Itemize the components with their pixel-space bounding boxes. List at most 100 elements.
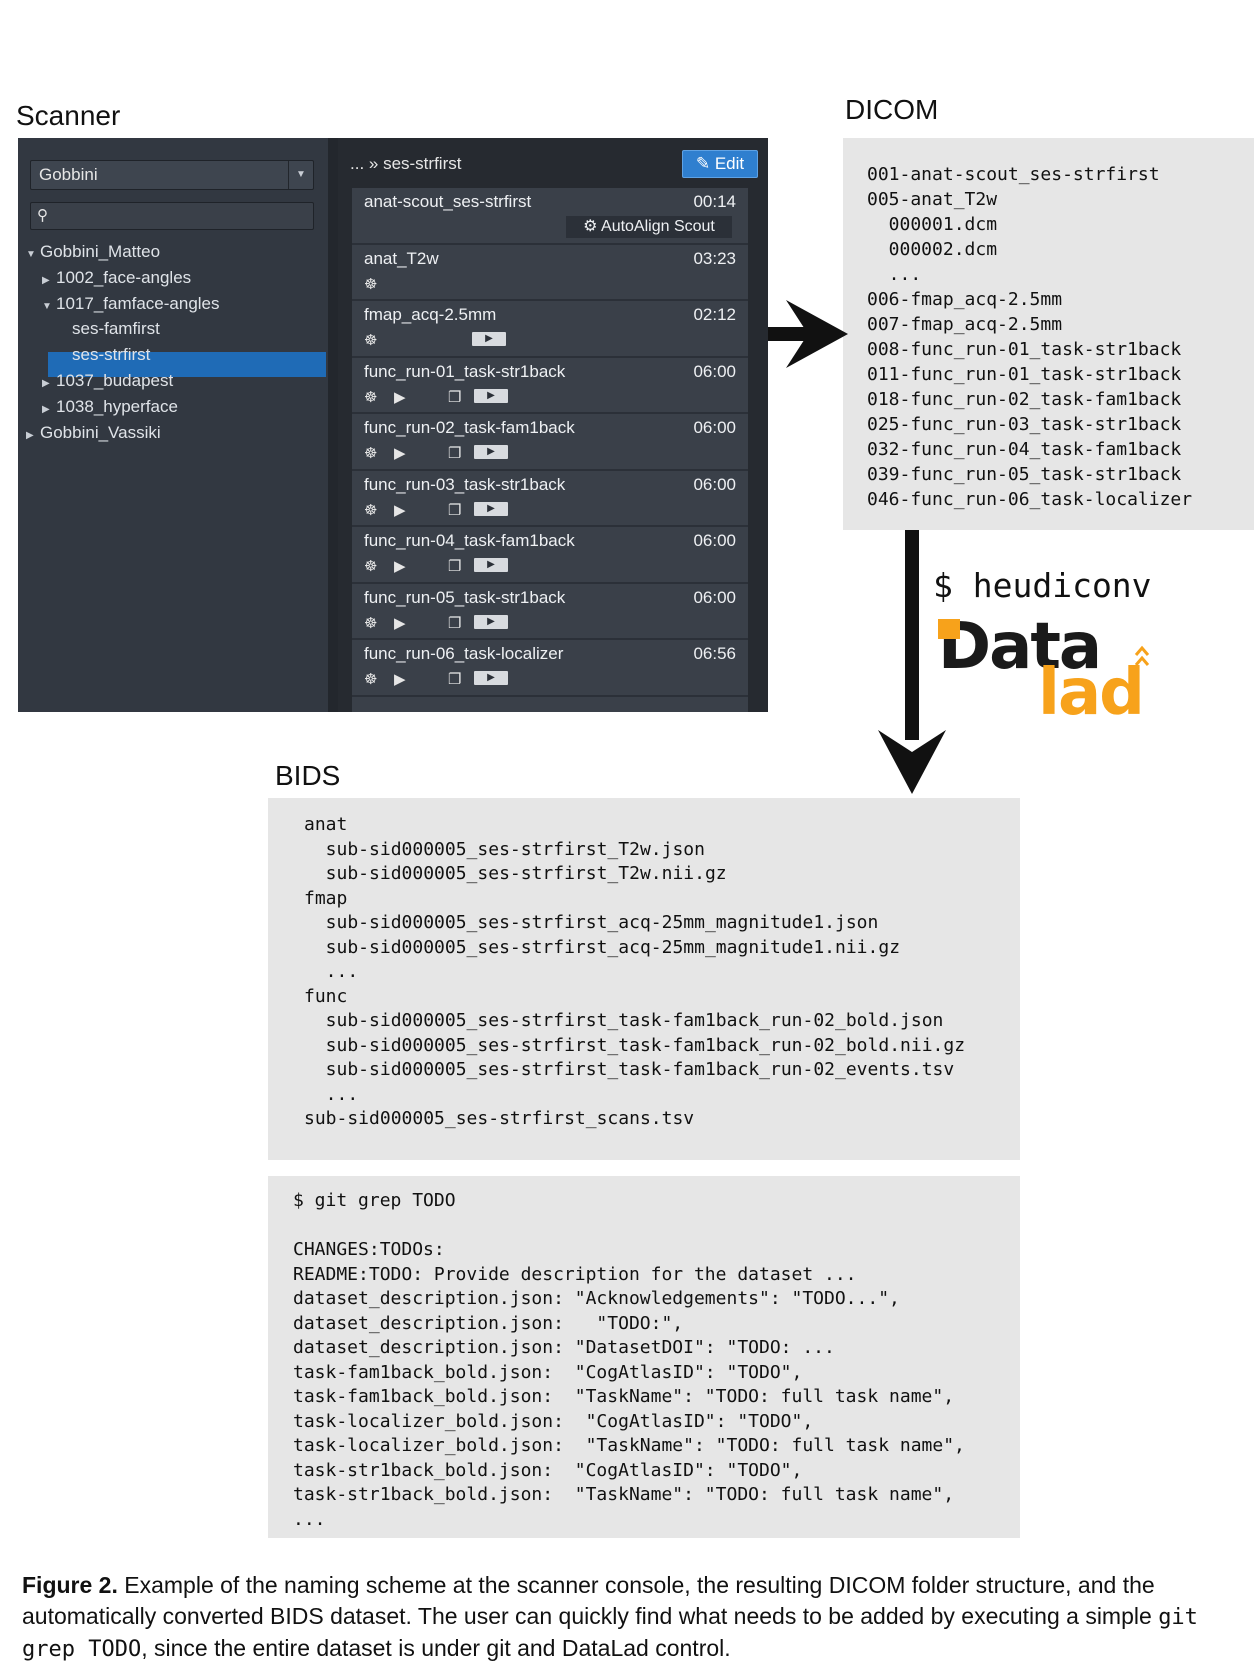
protocol-row[interactable]: func_run-01_task-str1back 06:00 ☸ ▶ ❐ ▶ bbox=[352, 358, 748, 414]
copy-icon[interactable]: ❐ bbox=[448, 614, 461, 632]
code-line: anat bbox=[304, 814, 348, 835]
play-icon[interactable]: ▶ bbox=[394, 444, 406, 462]
tree-item-label: Gobbini_Matteo bbox=[40, 242, 161, 261]
repeat-badge-icon[interactable]: ▶ bbox=[474, 558, 508, 572]
patient-combo[interactable]: Gobbini ▼ bbox=[30, 160, 314, 190]
code-line: README:TODO: Provide description for the… bbox=[293, 1263, 857, 1285]
patient-position-icon[interactable]: ☸ bbox=[364, 501, 377, 519]
protocol-row[interactable]: func_run-02_task-fam1back 06:00 ☸ ▶ ❐ ▶ bbox=[352, 414, 748, 471]
caret-right-icon[interactable]: ▶ bbox=[26, 430, 40, 441]
tree-item[interactable]: ▶ 1002_face-angles bbox=[42, 268, 191, 288]
protocol-row[interactable]: anat-scout_ses-strfirst 00:14 ⚙ AutoAlign … bbox=[352, 188, 748, 245]
chevron-down-icon[interactable]: ▼ bbox=[288, 161, 313, 189]
protocol-row[interactable]: func_run-05_task-str1back 06:00 ☸ ▶ ❐ ▶ bbox=[352, 584, 748, 640]
patient-combo-value: Gobbini bbox=[39, 165, 98, 184]
tree-item[interactable]: ▼ Gobbini_Matteo bbox=[26, 242, 160, 262]
dicom-listing: 001-anat-scout_ses-strfirst 005-anat_T2w … bbox=[843, 138, 1254, 530]
caret-right-icon[interactable]: ▶ bbox=[42, 378, 56, 389]
tree-item-label: ses-famfirst bbox=[72, 319, 160, 339]
repeat-badge-icon[interactable]: ▶ bbox=[474, 614, 508, 629]
code-line: sub-sid000005_ses-strfirst_scans.tsv bbox=[304, 1108, 695, 1129]
caret-right-icon[interactable]: ▶ bbox=[42, 404, 56, 415]
protocol-name: func_run-06_task-localizer bbox=[364, 644, 564, 663]
tree-item[interactable]: ▶ 1037_budapest bbox=[42, 371, 173, 391]
repeat-badge-icon[interactable]: ▶ bbox=[474, 671, 508, 685]
patient-position-icon[interactable]: ☸ bbox=[364, 614, 377, 632]
protocol-duration: 06:00 bbox=[693, 361, 736, 381]
code-line: sub-sid000005_ses-strfirst_T2w.nii.gz bbox=[304, 863, 727, 884]
caret-down-icon[interactable]: ▼ bbox=[42, 301, 56, 312]
datalad-logo-lad: lad bbox=[1038, 656, 1145, 730]
repeat-badge-icon[interactable]: ▶ bbox=[474, 445, 508, 459]
code-line: task-str1back_bold.json: "CogAtlasID": "… bbox=[293, 1459, 803, 1481]
copy-icon[interactable]: ❐ bbox=[448, 444, 461, 462]
tree-item-label: 1038_hyperface bbox=[56, 396, 178, 416]
repeat-badge-icon[interactable]: ▶ bbox=[472, 332, 506, 346]
breadcrumb: ... » ses-strfirst bbox=[350, 154, 462, 173]
code-line: task-fam1back_bold.json: "TaskName": "TO… bbox=[293, 1386, 955, 1407]
code-line: 000001.dcm bbox=[867, 214, 998, 235]
datalad-logo: Data lad bbox=[938, 615, 1158, 725]
protocol-row[interactable]: func_run-04_task-fam1back 06:00 ☸ ▶ ❐ ▶ bbox=[352, 527, 748, 584]
repeat-badge-icon[interactable]: ▶ bbox=[474, 388, 508, 403]
tree-item-label: Gobbini_Vassiki bbox=[40, 422, 161, 442]
patient-position-icon[interactable]: ☸ bbox=[364, 557, 377, 575]
play-icon[interactable]: ▶ bbox=[394, 614, 406, 632]
repeat-badge-icon[interactable]: ▶ bbox=[474, 501, 508, 516]
copy-icon[interactable]: ❐ bbox=[448, 670, 461, 688]
copy-icon[interactable]: ❐ bbox=[448, 501, 461, 519]
play-icon[interactable]: ▶ bbox=[394, 557, 406, 575]
tree-item[interactable]: ▼ 1017_famface-angles bbox=[42, 294, 220, 314]
code-line: sub-sid000005_ses-strfirst_acq-25mm_magn… bbox=[304, 912, 879, 933]
protocol-duration: 06:00 bbox=[693, 418, 736, 437]
code-line: func bbox=[304, 985, 348, 1007]
tree-item[interactable]: ses-strfirst bbox=[58, 345, 150, 365]
edit-button[interactable]: ✎ Edit bbox=[682, 150, 758, 178]
code-line: CHANGES:TODOs: bbox=[293, 1239, 445, 1260]
protocol-row[interactable]: anat_T2w 03:23 ☸ bbox=[352, 245, 748, 301]
caret-right-icon[interactable]: ▶ bbox=[42, 275, 56, 286]
patient-position-icon[interactable]: ☸ bbox=[364, 275, 377, 293]
caption-text-2: , since the entire dataset is under git … bbox=[141, 1635, 731, 1661]
code-line: 008-func_run-01_task-str1back bbox=[867, 339, 1182, 360]
copy-icon[interactable]: ❐ bbox=[448, 557, 461, 575]
autoalign-scout-button[interactable]: ⚙ AutoAlign Scout bbox=[566, 216, 732, 238]
tree-item-label: 1002_face-angles bbox=[56, 267, 192, 287]
protocol-duration: 06:56 bbox=[693, 644, 736, 663]
caret-down-icon[interactable]: ▼ bbox=[26, 249, 40, 260]
search-icon: ⚲ bbox=[37, 207, 48, 224]
protocol-name: func_run-04_task-fam1back bbox=[364, 531, 575, 550]
code-line: sub-sid000005_ses-strfirst_task-fam1back… bbox=[304, 1034, 966, 1056]
code-line: sub-sid000005_ses-strfirst_task-fam1back… bbox=[304, 1010, 944, 1031]
patient-position-icon[interactable]: ☸ bbox=[364, 331, 377, 349]
code-line: ... bbox=[304, 1083, 359, 1105]
tree-item[interactable]: ses-famfirst bbox=[58, 319, 160, 339]
code-line: dataset_description.json: "DatasetDOI": … bbox=[293, 1337, 835, 1358]
tree-item-label: 1017_famface-angles bbox=[56, 293, 220, 313]
pane-divider[interactable] bbox=[328, 138, 338, 712]
patient-position-icon[interactable]: ☸ bbox=[364, 388, 377, 406]
protocol-name: anat_T2w bbox=[364, 248, 439, 268]
code-line: fmap bbox=[304, 887, 348, 909]
code-line: $ git grep TODO bbox=[293, 1190, 456, 1211]
play-icon[interactable]: ▶ bbox=[394, 501, 406, 519]
protocol-row[interactable]: func_run-03_task-str1back 06:00 ☸ ▶ ❐ ▶ bbox=[352, 471, 748, 527]
protocol-duration: 06:00 bbox=[693, 531, 736, 550]
bids-label: BIDS bbox=[275, 760, 341, 791]
protocol-duration: 02:12 bbox=[693, 305, 736, 324]
protocol-pane: ... » ses-strfirst ✎ Edit anat-scout_ses… bbox=[338, 138, 768, 712]
patient-position-icon[interactable]: ☸ bbox=[364, 444, 377, 462]
play-icon[interactable]: ▶ bbox=[394, 388, 406, 406]
play-icon[interactable]: ▶ bbox=[394, 670, 406, 688]
copy-icon[interactable]: ❐ bbox=[448, 388, 461, 406]
search-input[interactable]: ⚲ bbox=[30, 202, 314, 230]
tree-item[interactable]: ▶ 1038_hyperface bbox=[42, 397, 178, 417]
caption-text-1: Example of the naming scheme at the scan… bbox=[22, 1572, 1159, 1629]
tree-item[interactable]: ▶ Gobbini_Vassiki bbox=[26, 423, 161, 443]
patient-position-icon[interactable]: ☸ bbox=[364, 670, 377, 688]
protocol-row[interactable]: func_run-06_task-localizer 06:56 ☸ ▶ ❐ ▶ bbox=[352, 640, 748, 697]
code-line: task-localizer_bold.json: "TaskName": "T… bbox=[293, 1435, 965, 1456]
patient-browser-pane: Gobbini ▼ ⚲ ▼ Gobbini_Matteo ▶ 1002_face-an… bbox=[18, 138, 328, 712]
protocol-name: fmap_acq-2.5mm bbox=[364, 305, 497, 324]
protocol-row[interactable]: fmap_acq-2.5mm 02:12 ☸ ▶ bbox=[352, 301, 748, 358]
